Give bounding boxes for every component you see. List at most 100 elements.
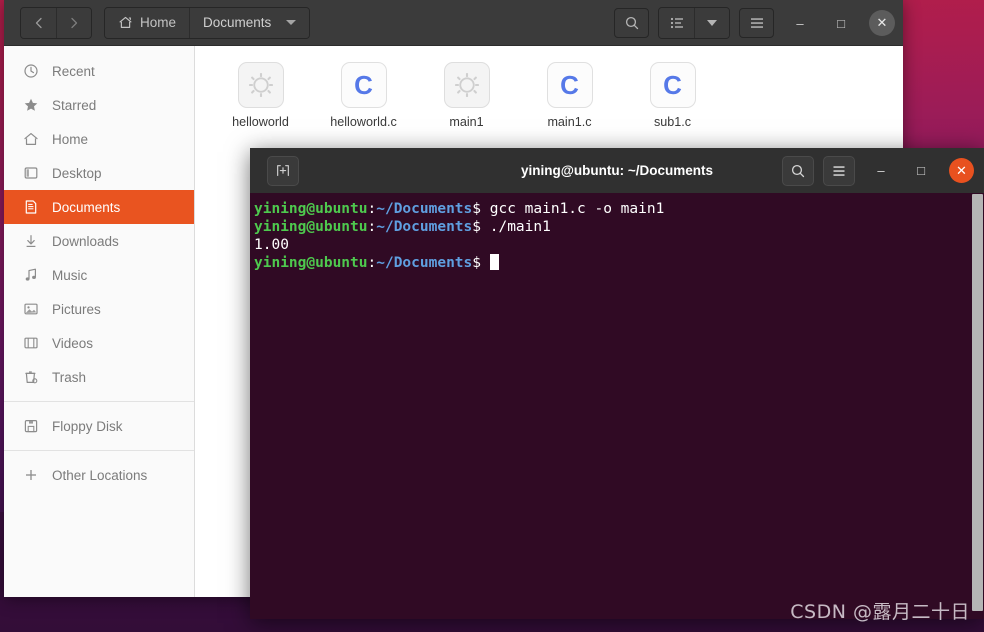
close-label: ✕	[956, 162, 967, 178]
maximize-button[interactable]: □	[826, 8, 856, 38]
terminal-scrollbar-thumb[interactable]	[972, 194, 983, 612]
view-mode-group	[658, 7, 730, 39]
terminal-line: yining@ubuntu:~/Documents$ gcc main1.c -…	[254, 200, 984, 218]
prompt-colon: :	[367, 255, 377, 271]
gear-icon	[443, 62, 490, 108]
sidebar-label-music: Music	[52, 267, 88, 283]
terminal-command: gcc main1.c -o main1	[481, 201, 665, 217]
forward-button[interactable]	[56, 7, 91, 38]
sidebar-item-home[interactable]: Home	[4, 122, 194, 156]
sidebar-label-floppy-disk: Floppy Disk	[52, 418, 123, 434]
sidebar-item-videos[interactable]: Videos	[4, 326, 194, 360]
sidebar-item-pictures[interactable]: Pictures	[4, 292, 194, 326]
close-button[interactable]: ✕	[869, 10, 895, 36]
sidebar-item-downloads[interactable]: Downloads	[4, 224, 194, 258]
file-label: main1	[449, 115, 484, 129]
sidebar-label-desktop: Desktop	[52, 165, 102, 181]
picture-icon	[22, 301, 39, 318]
new-tab-icon	[277, 164, 289, 176]
breadcrumb-item-documents[interactable]: Documents	[189, 7, 310, 38]
terminal-close-button[interactable]: ✕	[949, 158, 974, 183]
file-item-main1[interactable]: main1	[415, 58, 518, 130]
back-button[interactable]	[21, 7, 56, 38]
hamburger-menu-icon	[750, 18, 763, 28]
terminal-maximize-button[interactable]: □	[907, 157, 935, 185]
list-view-button[interactable]	[659, 8, 694, 38]
chevron-right-icon	[71, 17, 78, 28]
prompt-path: ~/Documents	[376, 219, 473, 235]
prompt-user-host: yining@ubuntu	[254, 219, 368, 235]
c-file-icon: C	[649, 62, 696, 108]
sidebar-item-floppy-disk[interactable]: Floppy Disk	[4, 409, 194, 443]
home-icon	[119, 16, 132, 28]
new-tab-button[interactable]	[267, 155, 299, 186]
prompt-colon: :	[367, 219, 377, 235]
search-button[interactable]	[614, 8, 649, 38]
minimize-label: –	[796, 15, 804, 31]
c-file-glyph: C	[560, 70, 579, 100]
terminal-scrollbar[interactable]	[971, 193, 984, 619]
file-manager-headerbar: Home Documents – □ ✕	[4, 0, 903, 46]
sidebar-item-documents[interactable]: Documents	[4, 190, 194, 224]
terminal-output: 1.00	[254, 237, 289, 253]
terminal-line: 1.00	[254, 236, 984, 254]
terminal-search-button[interactable]	[782, 155, 814, 186]
sidebar-item-desktop[interactable]: Desktop	[4, 156, 194, 190]
prompt-dollar: $	[472, 219, 481, 235]
sidebar-label-videos: Videos	[52, 335, 94, 351]
clock-icon	[22, 63, 39, 80]
maximize-label: □	[917, 163, 925, 178]
terminal-output-area[interactable]: yining@ubuntu:~/Documents$ gcc main1.c -…	[250, 193, 984, 619]
file-manager-toolbar-right: – □ ✕	[605, 0, 895, 46]
sidebar-label-recent: Recent	[52, 63, 95, 79]
breadcrumb-item-home[interactable]: Home	[105, 7, 190, 38]
music-icon	[22, 267, 39, 284]
search-icon	[791, 164, 805, 177]
terminal-minimize-button[interactable]: –	[867, 157, 895, 185]
prompt-user-host: yining@ubuntu	[254, 201, 368, 217]
prompt-path: ~/Documents	[376, 201, 473, 217]
sidebar-item-trash[interactable]: Trash	[4, 360, 194, 394]
main-menu-button[interactable]	[739, 8, 774, 38]
file-label: sub1.c	[653, 115, 692, 129]
terminal-line: yining@ubuntu:~/Documents$	[254, 254, 984, 272]
terminal-cursor	[489, 254, 499, 270]
sidebar-item-music[interactable]: Music	[4, 258, 194, 292]
minimize-button[interactable]: –	[785, 8, 815, 38]
floppy-disk-icon	[22, 418, 39, 435]
download-icon	[22, 233, 39, 250]
breadcrumb: Home Documents	[104, 6, 311, 39]
file-item-helloworld[interactable]: helloworld	[209, 58, 312, 130]
sidebar-label-other-locations: Other Locations	[52, 467, 148, 483]
terminal-command	[481, 255, 490, 271]
sidebar-item-other-locations[interactable]: Other Locations	[4, 458, 194, 492]
prompt-colon: :	[367, 201, 377, 217]
document-icon	[22, 199, 39, 216]
c-file-icon: C	[340, 62, 387, 108]
star-icon	[22, 97, 39, 114]
sidebar: Recent Starred Home Desktop Documents Do…	[4, 46, 195, 597]
prompt-path: ~/Documents	[376, 255, 473, 271]
chevron-down-icon	[286, 20, 297, 25]
list-view-icon	[670, 17, 683, 29]
c-file-glyph: C	[354, 70, 373, 100]
desktop-icon	[22, 165, 39, 182]
hamburger-menu-icon	[833, 165, 845, 176]
terminal-command: ./main1	[481, 219, 551, 235]
sidebar-label-home: Home	[52, 131, 89, 147]
trash-icon	[22, 369, 39, 386]
view-options-dropdown[interactable]	[694, 8, 729, 38]
file-item-helloworld-c[interactable]: C helloworld.c	[312, 58, 415, 130]
breadcrumb-label-documents: Documents	[203, 15, 272, 30]
sidebar-item-recent[interactable]: Recent	[4, 54, 194, 88]
search-icon	[625, 16, 638, 30]
file-item-main1-c[interactable]: C main1.c	[518, 58, 621, 130]
terminal-headerbar: yining@ubuntu: ~/Documents – □ ✕	[250, 148, 984, 193]
sidebar-label-downloads: Downloads	[52, 233, 119, 249]
sidebar-label-documents: Documents	[52, 199, 121, 215]
file-item-sub1-c[interactable]: C sub1.c	[621, 58, 724, 130]
file-label: helloworld.c	[330, 115, 397, 129]
file-grid: helloworld C helloworld.c main1 C main1.…	[195, 58, 903, 130]
sidebar-item-starred[interactable]: Starred	[4, 88, 194, 122]
terminal-menu-button[interactable]	[823, 155, 855, 186]
